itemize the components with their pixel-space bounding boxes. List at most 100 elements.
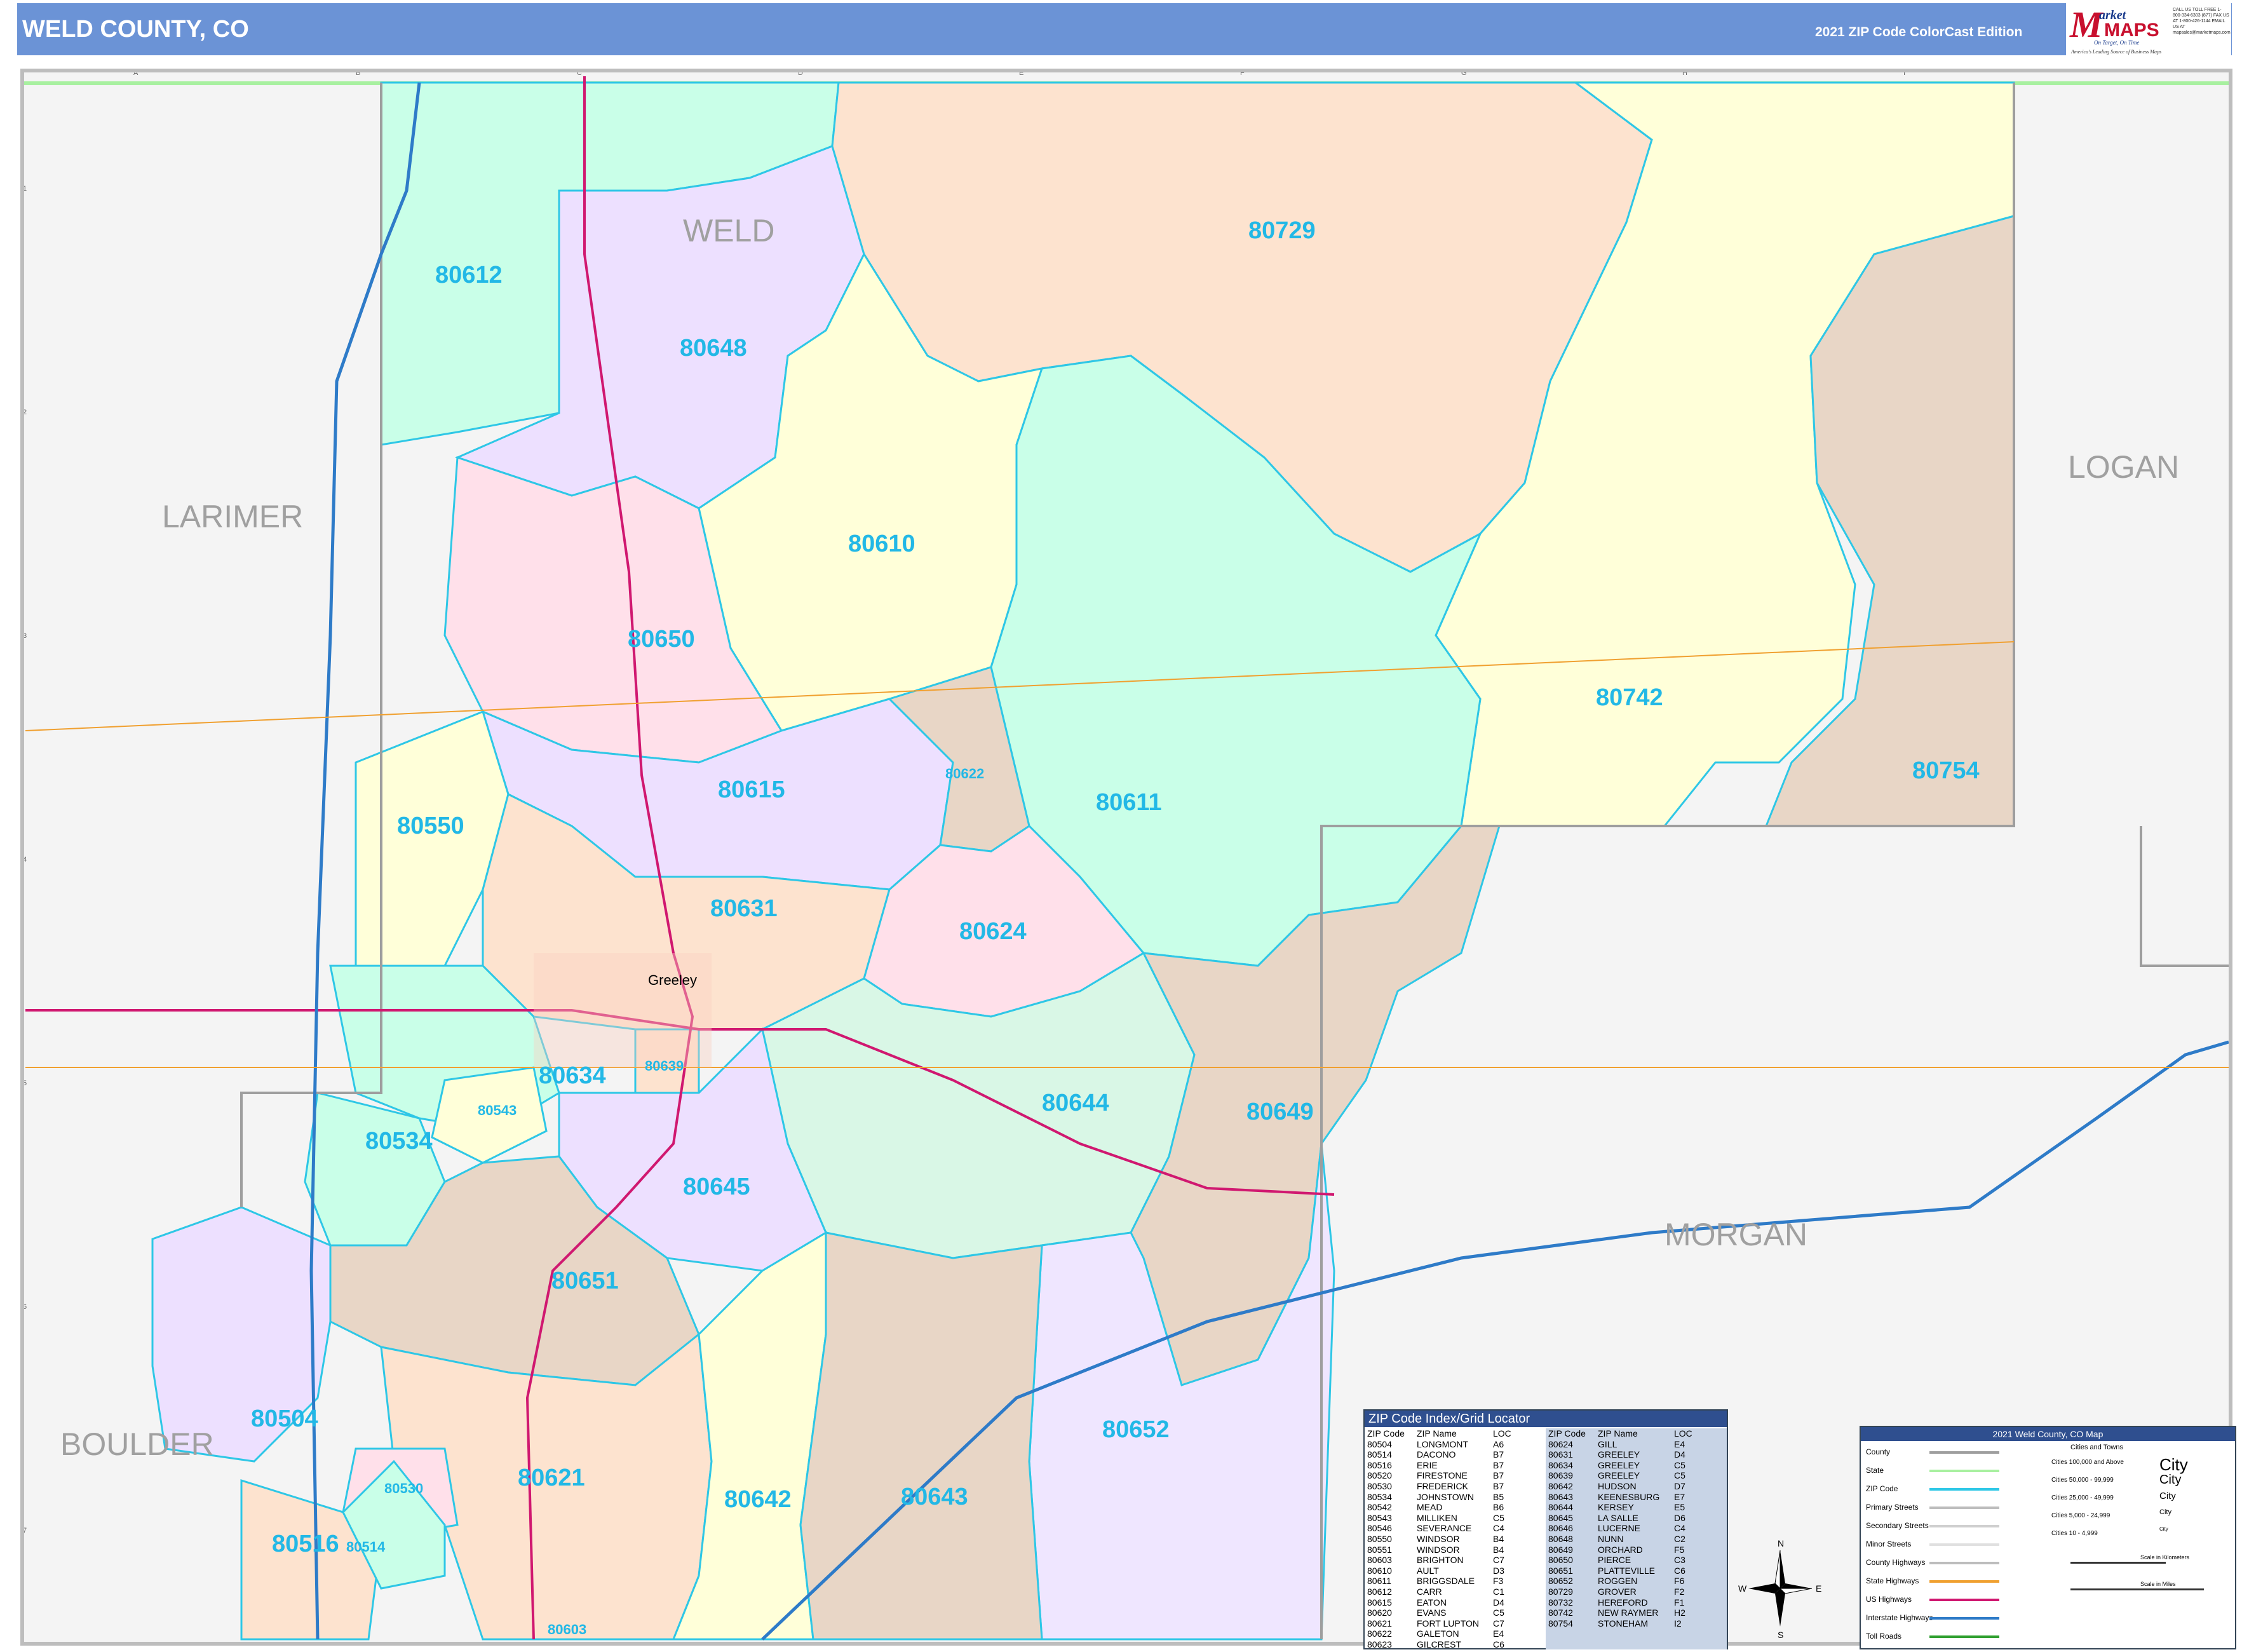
index-row: 80651 PLATTEVILLE C6	[1548, 1566, 1727, 1576]
index-row: 80650 PIERCE C3	[1548, 1555, 1727, 1566]
legend-city-size-label: Cities 50,000 - 99,999	[2051, 1477, 2114, 1484]
index-row: 80623 GILCREST C6	[1367, 1639, 1546, 1650]
index-row: 80546 SEVERANCE C4	[1367, 1523, 1546, 1534]
index-row: 80642 HUDSON D7	[1548, 1481, 1727, 1492]
index-zip: 80642	[1548, 1480, 1573, 1491]
index-loc: C1	[1493, 1586, 1504, 1597]
index-row: 80520 FIRESTONE B7	[1367, 1470, 1546, 1481]
index-loc: A6	[1493, 1439, 1504, 1449]
legend-item-swatch	[1929, 1635, 1999, 1638]
index-zip: 80651	[1548, 1565, 1573, 1576]
index-zip: 80648	[1548, 1533, 1573, 1544]
index-zip: 80612	[1367, 1586, 1392, 1597]
legend-item-swatch	[1929, 1506, 1999, 1509]
index-name: BRIGHTON	[1417, 1555, 1464, 1566]
index-name: CARR	[1417, 1586, 1442, 1597]
legend-city-sample: City	[2159, 1455, 2188, 1474]
index-loc: F2	[1674, 1586, 1685, 1597]
legend-city-size-label: Cities 25,000 - 49,999	[2051, 1494, 2114, 1501]
index-row: 80754 STONEHAM I2	[1548, 1618, 1727, 1629]
index-name: GREELEY	[1598, 1449, 1640, 1460]
index-zip: 80621	[1367, 1618, 1392, 1628]
index-loc: B7	[1493, 1480, 1504, 1491]
index-zip: 80516	[1367, 1459, 1392, 1470]
legend-item-swatch	[1929, 1562, 1999, 1564]
index-name: FORT LUPTON	[1417, 1618, 1480, 1628]
index-loc: F1	[1674, 1597, 1685, 1608]
index-row: 80516 ERIE B7	[1367, 1460, 1546, 1471]
index-name: WINDSOR	[1417, 1533, 1460, 1544]
index-zip: 80546	[1367, 1523, 1392, 1534]
index-row: 80551 WINDSOR B4	[1367, 1545, 1546, 1555]
index-name: FIRESTONE	[1417, 1470, 1468, 1481]
index-loc: D3	[1493, 1565, 1504, 1576]
compass-w: W	[1738, 1583, 1747, 1594]
index-zip: 80611	[1367, 1576, 1391, 1587]
index-name: EATON	[1417, 1597, 1447, 1608]
index-header-zip: ZIP Code	[1367, 1428, 1405, 1439]
index-loc: B5	[1493, 1491, 1504, 1502]
index-row: 80514 DACONO B7	[1367, 1449, 1546, 1460]
index-loc: B7	[1493, 1470, 1504, 1481]
index-columns: ZIP Code ZIP Name LOC 80504 LONGMONT A6 805…	[1365, 1428, 1727, 1650]
index-row: 80534 JOHNSTOWN B5	[1367, 1492, 1546, 1503]
index-name: LA SALLE	[1598, 1512, 1638, 1523]
index-zip: 80542	[1367, 1502, 1392, 1513]
index-row: 80652 ROGGEN F6	[1548, 1576, 1727, 1587]
index-zip: 80645	[1548, 1512, 1573, 1523]
index-zip: 80610	[1367, 1565, 1392, 1576]
index-zip: 80652	[1548, 1576, 1573, 1587]
legend-scale-mi: Scale in Miles	[2140, 1581, 2176, 1587]
index-loc: C2	[1674, 1533, 1685, 1544]
index-name: SEVERANCE	[1417, 1523, 1472, 1534]
index-header-name: ZIP Name	[1598, 1428, 1638, 1439]
index-loc: C6	[1493, 1639, 1504, 1649]
index-zip: 80639	[1548, 1470, 1573, 1481]
index-name: NEW RAYMER	[1598, 1608, 1659, 1618]
index-row: 80648 NUNN C2	[1548, 1534, 1727, 1545]
index-zip: 80643	[1548, 1491, 1573, 1502]
index-zip: 80622	[1367, 1628, 1392, 1639]
index-loc: C4	[1493, 1523, 1504, 1534]
index-name: ERIE	[1417, 1459, 1438, 1470]
index-header-zip: ZIP Code	[1548, 1428, 1586, 1439]
legend-item-label: State Highways	[1866, 1576, 1919, 1585]
index-row: 80543 MILLIKEN C5	[1367, 1513, 1546, 1524]
index-loc: C6	[1674, 1565, 1685, 1576]
index-loc: C5	[1493, 1512, 1504, 1523]
legend-city-size-label: Cities 5,000 - 24,999	[2051, 1512, 2110, 1519]
index-loc: B7	[1493, 1459, 1504, 1470]
index-name: JOHNSTOWN	[1417, 1491, 1474, 1502]
index-row: 80530 FREDERICK B7	[1367, 1481, 1546, 1492]
index-loc: D6	[1674, 1512, 1685, 1523]
legend-city-sample: City	[2159, 1473, 2182, 1487]
index-zip: 80551	[1367, 1544, 1392, 1555]
index-name: MILLIKEN	[1417, 1512, 1457, 1523]
index-row: 80611 BRIGGSDALE F3	[1367, 1576, 1546, 1587]
map-frame	[20, 69, 2232, 1646]
legend-item-swatch	[1929, 1488, 1999, 1491]
index-loc: D4	[1493, 1597, 1504, 1608]
scale-bar-km	[2070, 1562, 2166, 1564]
index-loc: E4	[1674, 1439, 1685, 1449]
index-row: 80610 AULT D3	[1367, 1566, 1546, 1576]
map-legend: 2021 Weld County, CO Map County State ZIP …	[1860, 1426, 2236, 1649]
index-loc: D4	[1674, 1449, 1685, 1460]
index-loc: C5	[1674, 1459, 1685, 1470]
index-row: 80542 MEAD B6	[1367, 1502, 1546, 1513]
index-name: KEENESBURG	[1598, 1491, 1660, 1502]
index-name: KERSEY	[1598, 1502, 1634, 1513]
index-name: PLATTEVILLE	[1598, 1565, 1656, 1576]
index-name: DACONO	[1417, 1449, 1456, 1460]
index-name: WINDSOR	[1417, 1544, 1460, 1555]
legend-item-swatch	[1929, 1543, 1999, 1546]
legend-cities-heading: Cities and Towns	[2070, 1444, 2123, 1451]
index-zip: 80634	[1548, 1459, 1573, 1470]
legend-item-label: County	[1866, 1447, 1891, 1456]
index-row: 80643 KEENESBURG E7	[1548, 1492, 1727, 1503]
legend-item-swatch	[1929, 1451, 1999, 1454]
index-name: GILCREST	[1417, 1639, 1462, 1649]
index-row: 80624 GILL E4	[1548, 1439, 1727, 1450]
index-zip: 80615	[1367, 1597, 1392, 1608]
index-name: GREELEY	[1598, 1470, 1640, 1481]
